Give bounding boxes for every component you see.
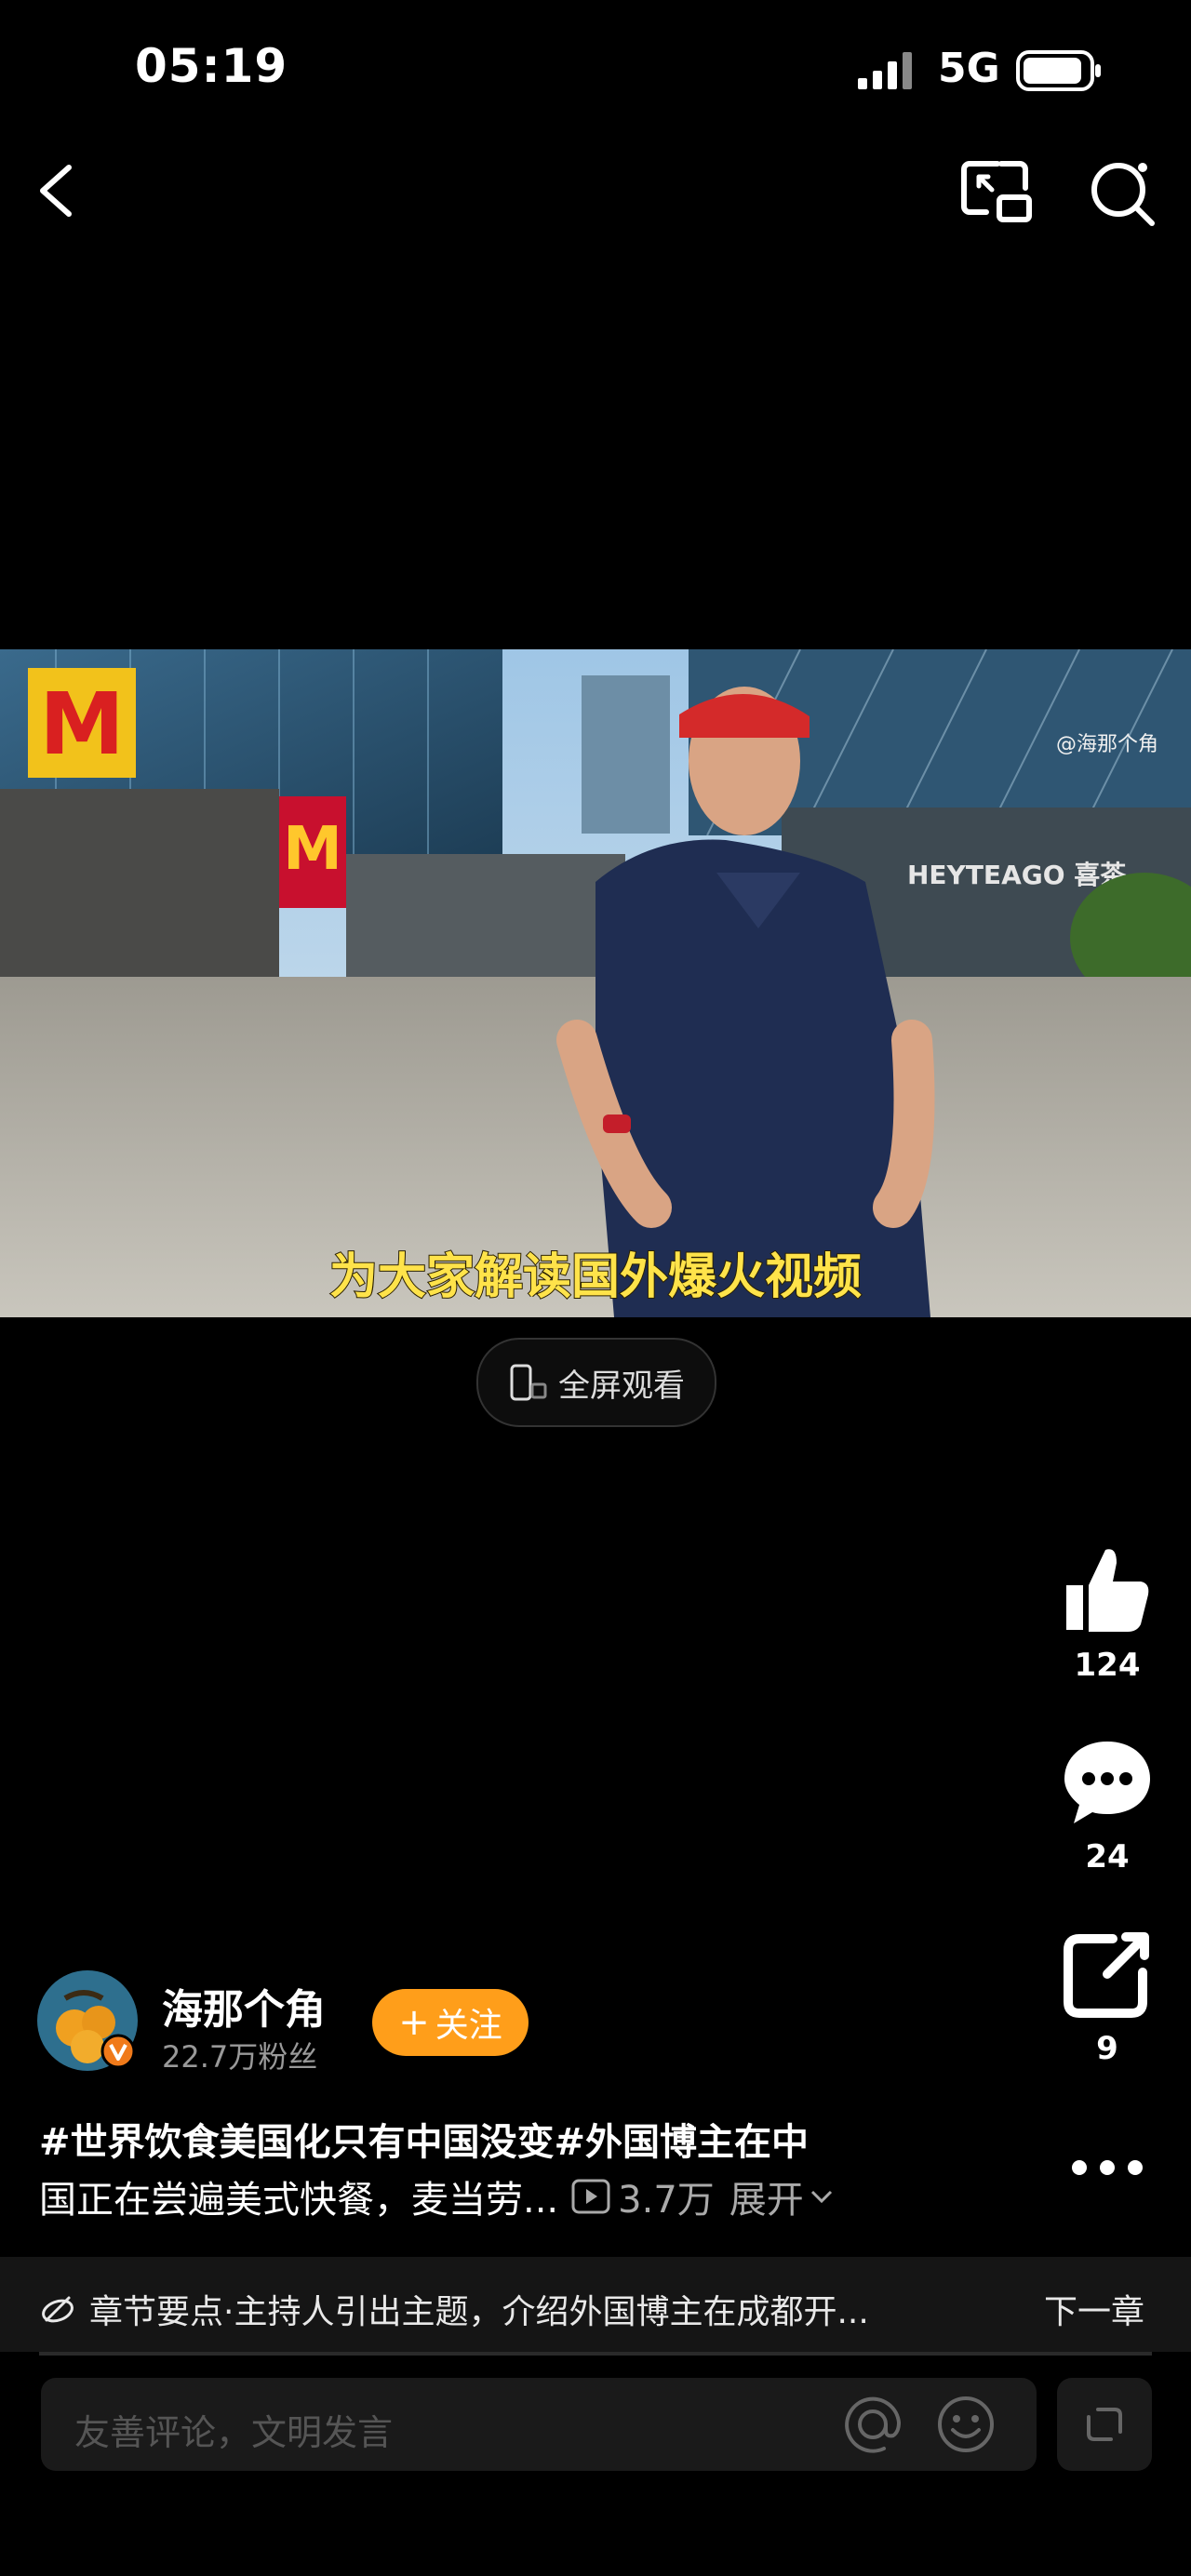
play-count-icon <box>571 2179 610 2214</box>
like-count: 124 <box>1074 1647 1141 1684</box>
battery-icon <box>1016 50 1101 91</box>
signal-icon <box>858 52 912 89</box>
emoji-icon[interactable] <box>934 2393 997 2456</box>
video-watermark: @海那个角 <box>1056 733 1159 756</box>
more-options-icon[interactable] <box>1068 2149 1146 2186</box>
plus-icon: + <box>398 2001 430 2044</box>
svg-text:HEYTEAGO 喜茶: HEYTEAGO 喜茶 <box>907 860 1127 890</box>
fullscreen-label: 全屏观看 <box>558 1367 685 1405</box>
follow-label: 关注 <box>435 2007 502 2045</box>
description-line-2[interactable]: 国正在尝遍美式快餐，麦当劳... 3.7万 展开 <box>39 2169 834 2223</box>
picture-in-picture-icon[interactable] <box>960 158 1035 225</box>
share-icon[interactable] <box>1061 1928 1154 2021</box>
at-mention-icon[interactable] <box>841 2393 904 2456</box>
expand-button[interactable]: 展开 <box>729 2169 834 2223</box>
chevron-down-icon <box>810 2190 832 2204</box>
comment-count: 24 <box>1085 1838 1130 1875</box>
search-icon[interactable] <box>1087 156 1158 227</box>
follow-button[interactable]: + 关注 <box>372 1989 529 2056</box>
comment-placeholder: 友善评论，文明发言 <box>74 2412 394 2453</box>
view-count: 3.7万 <box>571 2169 715 2223</box>
network-type: 5G <box>938 45 1000 92</box>
expand-comments-button[interactable] <box>1057 2378 1152 2471</box>
like-icon[interactable] <box>1061 1544 1154 1637</box>
expand-label: 展开 <box>729 2179 804 2222</box>
share-count: 9 <box>1096 2030 1118 2067</box>
description-line-2-text: 国正在尝遍美式快餐，麦当劳... <box>39 2179 559 2222</box>
video-frame: M M HEYTEAGO 喜茶 <box>0 649 1191 1317</box>
video-progress-bar[interactable] <box>39 2352 1152 2356</box>
author-name[interactable]: 海那个角 <box>162 1976 326 2035</box>
back-icon[interactable] <box>28 158 84 223</box>
verified-badge-icon <box>100 2034 136 2069</box>
expand-icon <box>1087 2408 1122 2441</box>
fullscreen-button[interactable]: 全屏观看 <box>476 1338 716 1427</box>
chapter-text: 章节要点·主持人引出主题，介绍外国博主在成都开... <box>89 2293 869 2331</box>
author-fans: 22.7万粉丝 <box>162 2039 318 2075</box>
video-subtitle: 为大家解读国外爆火视频 <box>328 1248 863 1306</box>
chapter-icon <box>42 2296 74 2323</box>
view-count-value: 3.7万 <box>618 2179 715 2222</box>
chapter-summary[interactable]: 章节要点·主持人引出主题，介绍外国博主在成都开... <box>39 2285 869 2333</box>
svg-text:M: M <box>283 815 342 884</box>
status-time: 05:19 <box>135 39 288 93</box>
comment-icon[interactable] <box>1061 1736 1154 1829</box>
next-chapter-button[interactable]: 下一章 <box>1044 2285 1144 2333</box>
description-line-1[interactable]: #世界饮食美国化只有中国没变#外国博主在中 <box>39 2112 809 2166</box>
video-player[interactable]: M M HEYTEAGO 喜茶 <box>0 649 1191 1317</box>
phone-rotate-icon <box>510 1364 547 1401</box>
svg-text:M: M <box>39 674 125 774</box>
